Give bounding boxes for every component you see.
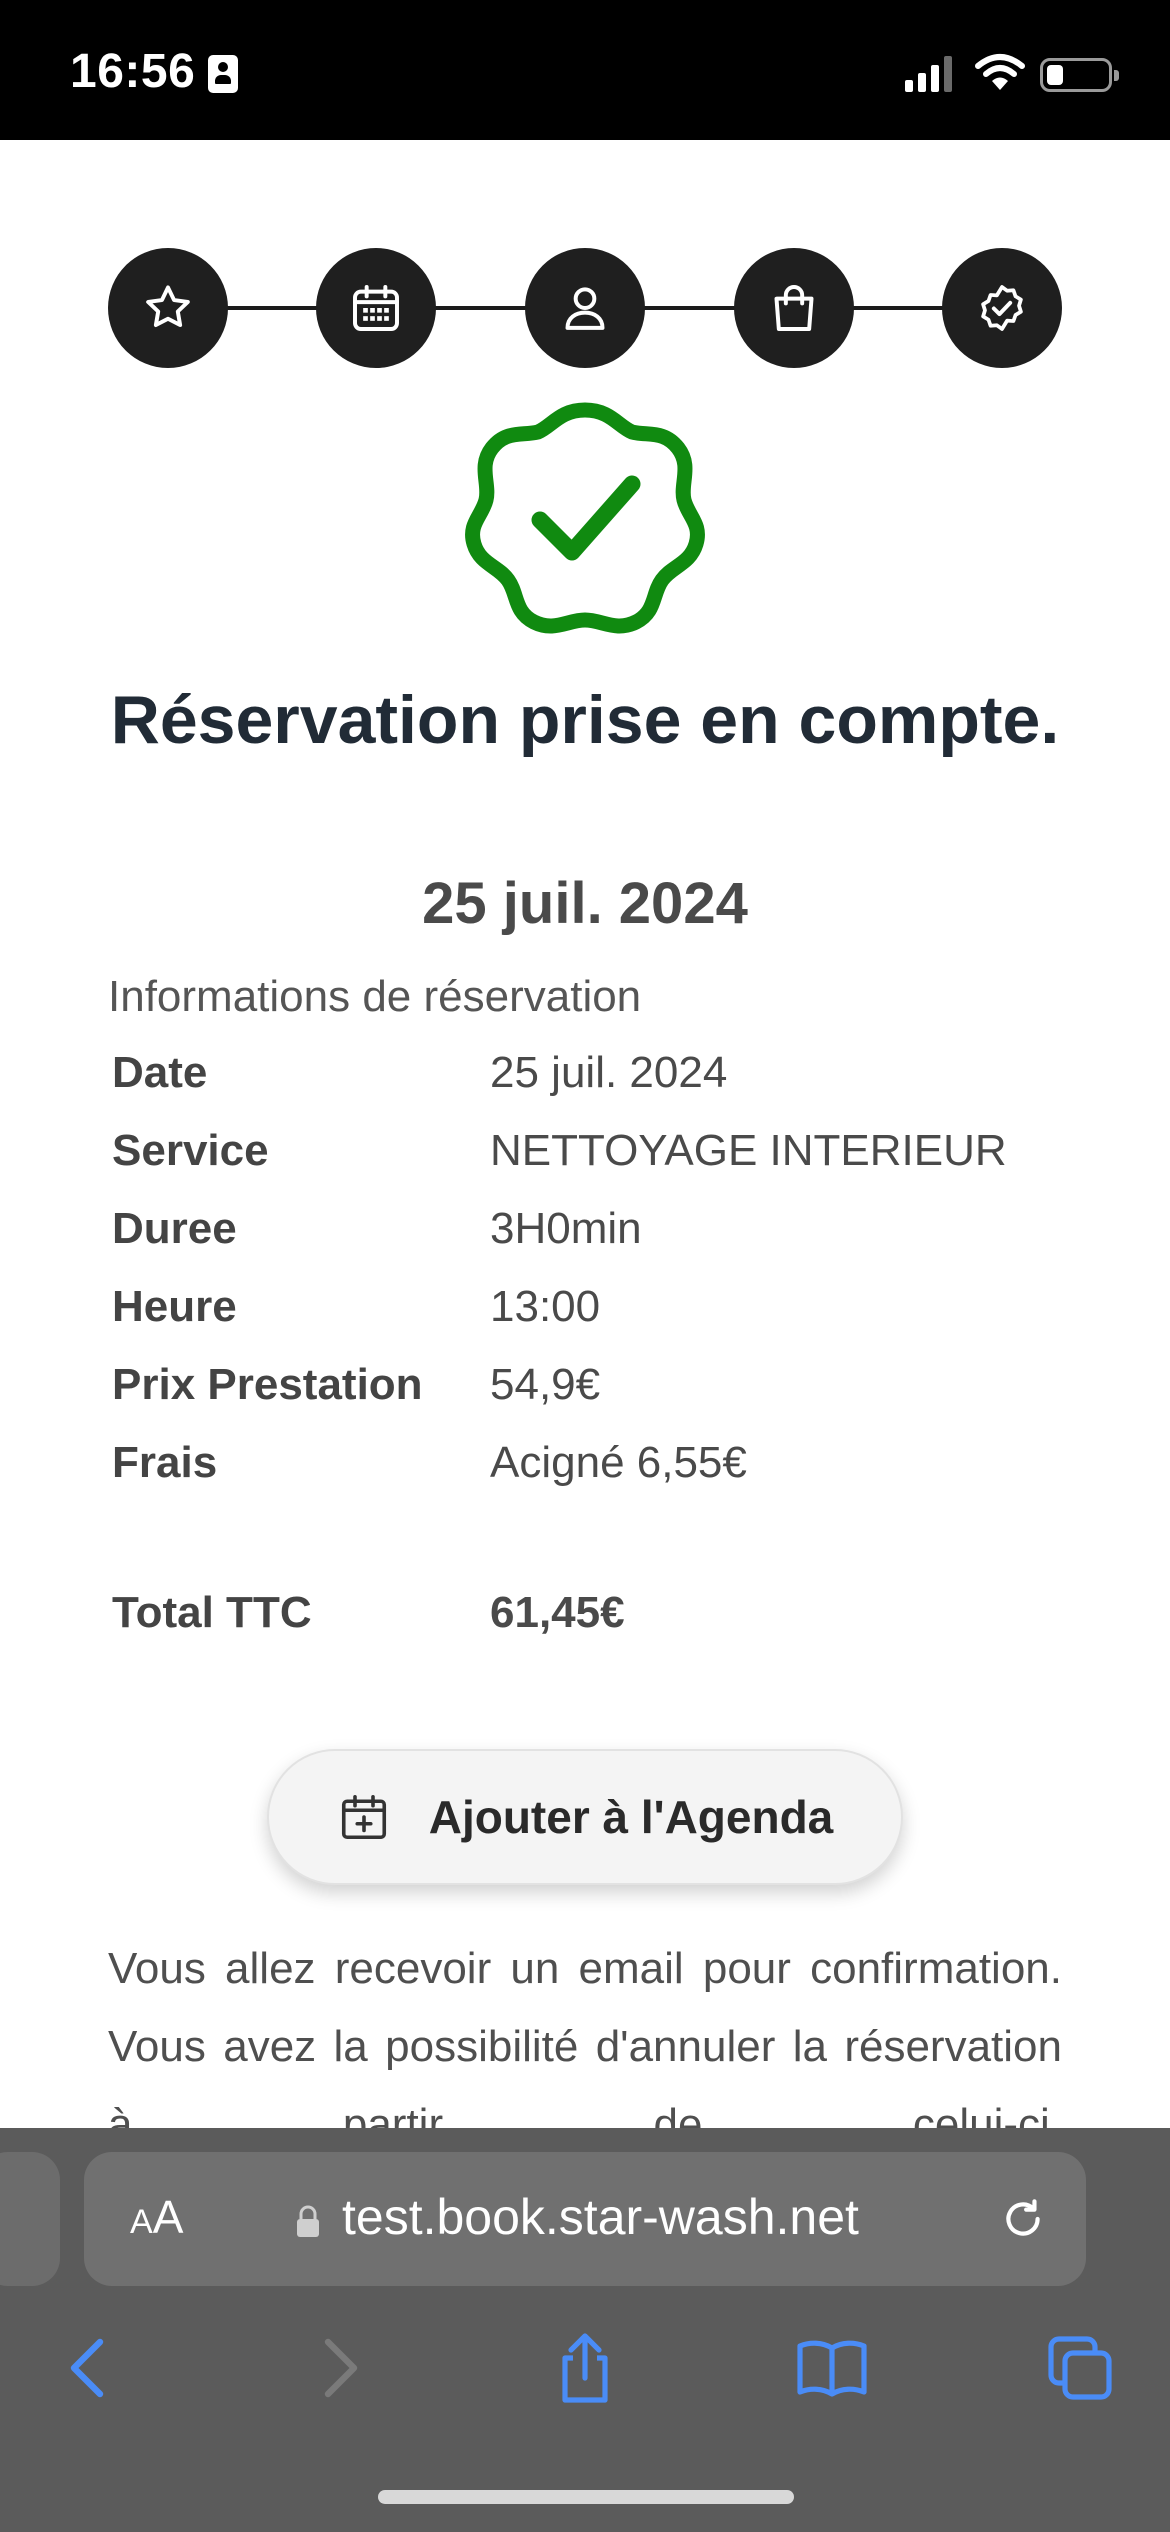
add-to-calendar-label: Ajouter à l'Agenda: [428, 1791, 834, 1843]
total-value: 61,45€: [490, 1588, 625, 1637]
detail-value: Acigné 6,55€: [490, 1438, 747, 1487]
reload-icon[interactable]: [998, 2194, 1048, 2244]
detail-label: Duree: [112, 1204, 237, 1253]
aa-small-letter: A: [130, 2203, 153, 2241]
reader-options-button[interactable]: AA: [130, 2190, 183, 2244]
booking-stepper: [108, 248, 1062, 368]
step-star[interactable]: [108, 248, 228, 368]
bookmarks-button[interactable]: [782, 2318, 882, 2418]
detail-row-fees: Frais Acigné 6,55€: [112, 1428, 1072, 1498]
lock-icon: [297, 2205, 319, 2237]
chevron-left-icon: [70, 2338, 104, 2398]
detail-label: Heure: [112, 1282, 237, 1331]
book-icon: [797, 2340, 867, 2397]
url-text[interactable]: test.book.star-wash.net: [342, 2188, 859, 2246]
address-bar[interactable]: AA test.book.star-wash.net: [84, 2152, 1086, 2286]
page-title: Réservation prise en compte.: [110, 682, 1060, 758]
total-label: Total TTC: [112, 1588, 312, 1637]
status-bar: 16:56: [0, 0, 1170, 140]
browser-toolbar: AA test.book.star-wash.net: [0, 2128, 1170, 2532]
back-button[interactable]: [38, 2318, 138, 2418]
browser-nav-row: [0, 2318, 1170, 2438]
contact-card-icon: [208, 55, 238, 93]
status-time: 16:56: [70, 45, 196, 98]
detail-value: 3H0min: [490, 1204, 642, 1253]
tabs-icon: [1048, 2336, 1112, 2400]
calendar-icon: [353, 285, 399, 331]
shopping-bag-icon: [774, 285, 814, 331]
booking-date-heading: 25 juil. 2024: [422, 871, 748, 936]
detail-value: 25 juil. 2024: [490, 1048, 728, 1097]
tabs-button[interactable]: [1030, 2318, 1130, 2418]
user-icon: [565, 287, 605, 330]
reservation-section-title: Informations de réservation: [108, 972, 642, 1021]
add-to-calendar-button[interactable]: Ajouter à l'Agenda: [267, 1749, 903, 1885]
detail-row-service: Service NETTOYAGE INTERIEUR: [112, 1116, 1072, 1186]
detail-value: 54,9€: [490, 1360, 601, 1409]
check-badge-icon: [981, 285, 1023, 331]
wifi-icon: [975, 54, 1025, 90]
aa-large-letter: A: [152, 2191, 184, 2243]
share-icon: [562, 2333, 608, 2403]
chevron-right-icon: [324, 2338, 358, 2398]
calendar-add-icon: [341, 1794, 386, 1840]
cellular-signal-icon: [905, 56, 953, 92]
detail-row-price: Prix Prestation 54,9€: [112, 1350, 1072, 1420]
detail-row-duration: Duree 3H0min: [112, 1194, 1072, 1264]
star-icon: [146, 285, 190, 328]
step-confirm[interactable]: [942, 248, 1062, 368]
detail-label: Service: [112, 1126, 269, 1175]
detail-label: Date: [112, 1048, 208, 1097]
detail-value: 13:00: [490, 1282, 601, 1331]
detail-value: NETTOYAGE INTERIEUR: [490, 1126, 1007, 1175]
detail-row-time: Heure 13:00: [112, 1272, 1072, 1342]
detail-label: Prix Prestation: [112, 1360, 423, 1409]
forward-button[interactable]: [290, 2318, 390, 2418]
detail-row-date: Date 25 juil. 2024: [112, 1038, 1072, 1108]
home-indicator[interactable]: [378, 2490, 794, 2504]
success-check-badge-icon: [465, 402, 705, 634]
detail-label: Frais: [112, 1438, 218, 1487]
step-bag[interactable]: [734, 248, 854, 368]
share-button[interactable]: [535, 2318, 635, 2418]
battery-icon: [1040, 58, 1119, 92]
step-user[interactable]: [525, 248, 645, 368]
previous-tab-peek[interactable]: [0, 2152, 60, 2286]
step-calendar[interactable]: [316, 248, 436, 368]
detail-row-total: Total TTC 61,45€: [112, 1578, 1072, 1648]
